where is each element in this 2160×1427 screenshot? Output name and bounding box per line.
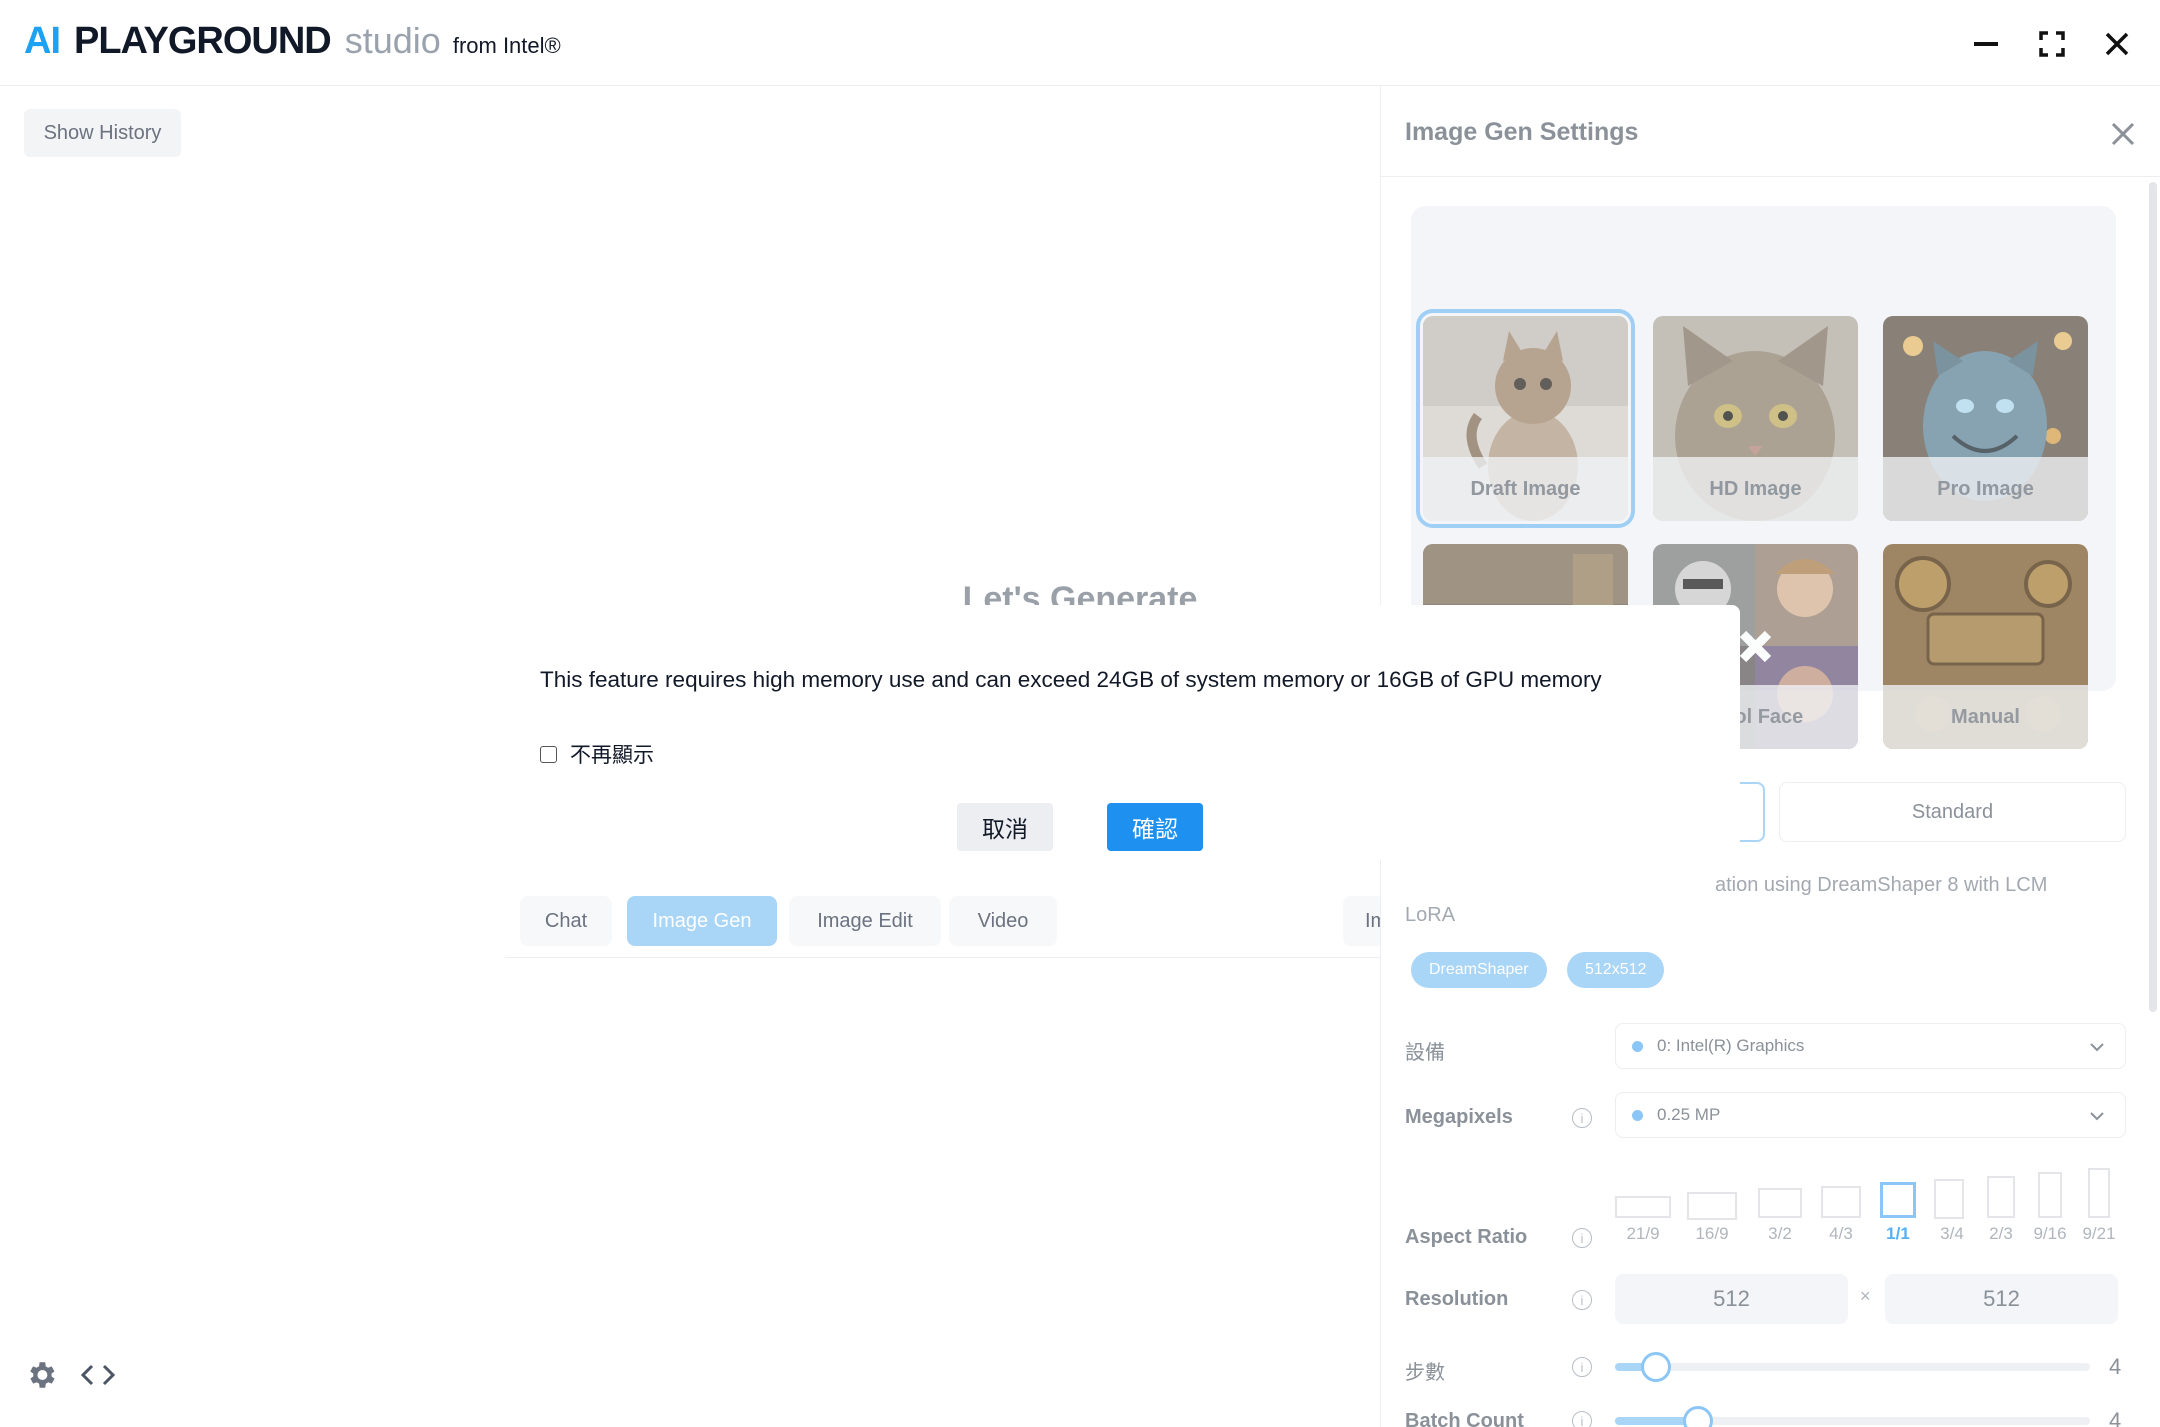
- chevron-down-icon: [2090, 1043, 2104, 1052]
- tab-chat[interactable]: Chat: [520, 896, 612, 946]
- info-icon[interactable]: i: [1572, 1228, 1592, 1248]
- title-bar: AI PLAYGROUND studio from Intel®: [0, 0, 2160, 86]
- minimize-icon: [1974, 42, 1998, 46]
- aspect-label-16-9[interactable]: 16/9: [1687, 1224, 1737, 1244]
- description-line1: ation using DreamShaper 8 with LCM: [1715, 874, 2048, 896]
- dont-show-again-checkbox[interactable]: 不再顯示: [540, 739, 654, 769]
- mode-tab-bar: Chat Image Gen Image Edit Video Im: [505, 890, 1385, 958]
- aspect-label-3-4[interactable]: 3/4: [1927, 1224, 1977, 1244]
- preset-manual[interactable]: Manual: [1883, 544, 2088, 749]
- show-history-button[interactable]: Show History: [24, 109, 181, 157]
- preset-label: HD Image: [1653, 457, 1858, 521]
- close-window-button[interactable]: [2095, 22, 2139, 66]
- aspect-label-9-21[interactable]: 9/21: [2074, 1224, 2124, 1244]
- megapixels-label: Megapixels: [1405, 1106, 1513, 1128]
- preset-description: ation using DreamShaper 8 with LCM LoRA: [1405, 870, 2135, 930]
- device-value: 0: Intel(R) Graphics: [1657, 1036, 1805, 1055]
- info-icon[interactable]: i: [1572, 1357, 1592, 1377]
- dialog-message: This feature requires high memory use an…: [540, 667, 1602, 692]
- megapixels-select[interactable]: 0.25 MP: [1615, 1092, 2126, 1138]
- description-line2: LoRA: [1405, 904, 1456, 926]
- aspect-shape-1-1[interactable]: [1880, 1182, 1916, 1218]
- aspect-shape-4-3[interactable]: [1821, 1186, 1861, 1218]
- resolution-chip: 512x512: [1567, 952, 1665, 988]
- aspect-shape-3-2[interactable]: [1758, 1188, 1802, 1218]
- preset-hd-image[interactable]: HD Image: [1653, 316, 1858, 521]
- settings-gear-icon[interactable]: [24, 1358, 58, 1392]
- status-dot: [1632, 1109, 1643, 1121]
- panel-title: Image Gen Settings: [1405, 118, 1639, 146]
- preset-pro-image[interactable]: Pro Image: [1883, 316, 2088, 521]
- brand-studio: studio: [344, 20, 441, 61]
- batch-count-value: 4: [2109, 1408, 2122, 1427]
- standard-mode-button[interactable]: Standard: [1779, 782, 2126, 842]
- maximize-icon: [2039, 31, 2065, 57]
- status-dot: [1632, 1040, 1643, 1052]
- device-select[interactable]: 0: Intel(R) Graphics: [1615, 1023, 2126, 1069]
- aspect-label-21-9[interactable]: 21/9: [1618, 1224, 1668, 1244]
- dont-show-again-label: 不再顯示: [570, 744, 654, 767]
- info-icon[interactable]: i: [1572, 1411, 1592, 1427]
- resolution-width-field[interactable]: 512: [1615, 1274, 1848, 1324]
- device-label: 設備: [1405, 1042, 1445, 1064]
- maximize-button[interactable]: [2030, 22, 2074, 66]
- resolution-height-field[interactable]: 512: [1885, 1274, 2118, 1324]
- steps-label: 步數: [1405, 1362, 1445, 1384]
- info-icon[interactable]: i: [1572, 1108, 1592, 1128]
- brand-from-intel: from Intel®: [452, 33, 561, 58]
- aspect-label-2-3[interactable]: 2/3: [1976, 1224, 2026, 1244]
- aspect-shape-21-9[interactable]: [1615, 1196, 1671, 1218]
- aspect-shape-9-21[interactable]: [2088, 1168, 2110, 1218]
- close-icon: [2105, 32, 2129, 56]
- tab-video[interactable]: Video: [949, 896, 1057, 946]
- cancel-button[interactable]: 取消: [957, 803, 1053, 851]
- aspect-label-1-1[interactable]: 1/1: [1873, 1224, 1923, 1244]
- panel-scrollbar[interactable]: [2149, 182, 2157, 1012]
- brand-playground: PLAYGROUND: [74, 20, 332, 62]
- app-logo: AI PLAYGROUND studio from Intel®: [24, 20, 561, 63]
- preset-label: Manual: [1883, 685, 2088, 749]
- tab-image-edit[interactable]: Image Edit: [789, 896, 941, 946]
- panel-close-icon: [2111, 122, 2135, 146]
- preset-label: Pro Image: [1883, 457, 2088, 521]
- aspect-label-9-16[interactable]: 9/16: [2025, 1224, 2075, 1244]
- megapixels-value: 0.25 MP: [1657, 1105, 1721, 1124]
- aspect-shape-16-9[interactable]: [1687, 1192, 1737, 1220]
- bottom-toolbar: [24, 1358, 116, 1392]
- code-icon[interactable]: [80, 1361, 116, 1389]
- aspect-ratio-label: Aspect Ratio: [1405, 1226, 1528, 1248]
- brand-ai: AI: [24, 20, 61, 62]
- steps-slider[interactable]: [1615, 1363, 2090, 1371]
- preset-label: Draft Image: [1423, 457, 1628, 521]
- minimize-button[interactable]: [1964, 22, 2008, 66]
- aspect-shape-3-4[interactable]: [1934, 1179, 1964, 1219]
- aspect-shape-9-16[interactable]: [2038, 1172, 2062, 1218]
- batch-slider-thumb[interactable]: [1683, 1406, 1713, 1427]
- resolution-separator: ×: [1860, 1286, 1871, 1306]
- tab-partial[interactable]: Im: [1343, 896, 1385, 946]
- model-chip: DreamShaper: [1411, 952, 1547, 988]
- confirm-button[interactable]: 確認: [1107, 803, 1203, 851]
- panel-divider: [1381, 176, 2160, 177]
- aspect-label-3-2[interactable]: 3/2: [1755, 1224, 1805, 1244]
- aspect-label-4-3[interactable]: 4/3: [1816, 1224, 1866, 1244]
- aspect-shape-2-3[interactable]: [1987, 1176, 2015, 1218]
- panel-close-button[interactable]: [2105, 116, 2141, 152]
- info-icon[interactable]: i: [1572, 1290, 1592, 1310]
- resolution-label: Resolution: [1405, 1288, 1509, 1310]
- preset-draft-image[interactable]: Draft Image: [1416, 309, 1635, 528]
- chevron-down-icon: [2090, 1112, 2104, 1121]
- tab-image-gen[interactable]: Image Gen: [627, 896, 777, 946]
- steps-value: 4: [2109, 1354, 2122, 1379]
- checkbox-box[interactable]: [540, 745, 557, 763]
- steps-slider-thumb[interactable]: [1641, 1352, 1671, 1382]
- batch-count-label: Batch Count: [1405, 1410, 1524, 1427]
- memory-warning-dialog: This feature requires high memory use an…: [505, 605, 1740, 860]
